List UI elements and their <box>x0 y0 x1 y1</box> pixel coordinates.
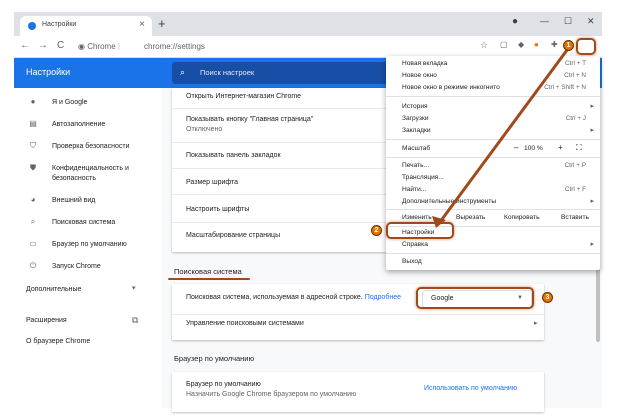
annotation-arrow <box>438 45 572 223</box>
annotation-overlay <box>432 45 572 228</box>
menu-button-highlight <box>576 38 596 55</box>
settings-item-highlight <box>386 222 454 239</box>
search-engine-highlight <box>416 287 534 309</box>
annotation-badge-3: 3 <box>542 292 553 303</box>
annotation-badge-2: 2 <box>371 225 382 236</box>
annotation-badge-1: 1 <box>563 40 574 51</box>
